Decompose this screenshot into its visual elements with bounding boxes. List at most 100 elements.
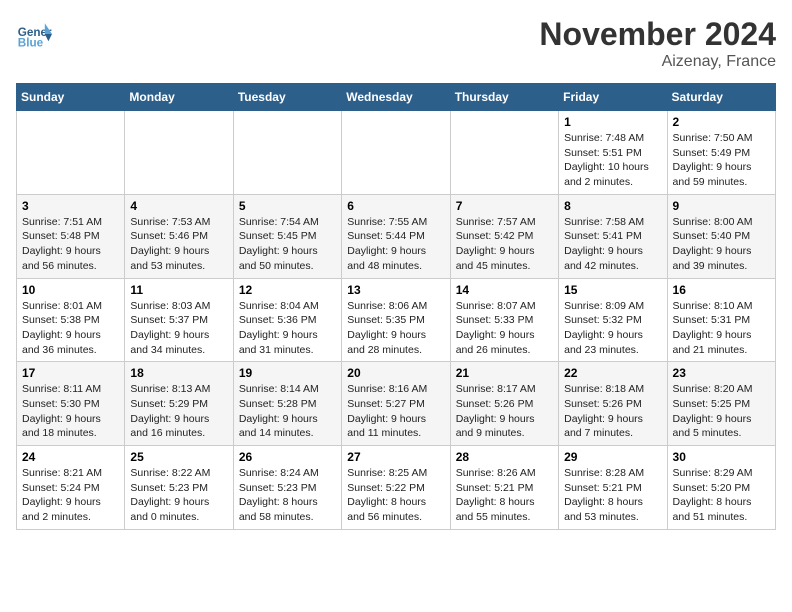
calendar-cell: 24 Sunrise: 8:21 AM Sunset: 5:24 PM Dayli…	[17, 446, 125, 530]
day-number: 14	[456, 283, 553, 297]
calendar-header-row: SundayMondayTuesdayWednesdayThursdayFrid…	[17, 84, 776, 111]
day-number: 23	[673, 366, 770, 380]
calendar-cell	[450, 111, 558, 195]
calendar-cell: 11 Sunrise: 8:03 AM Sunset: 5:37 PM Dayli…	[125, 278, 233, 362]
day-number: 2	[673, 115, 770, 129]
day-number: 19	[239, 366, 336, 380]
day-info: Sunrise: 7:53 AM Sunset: 5:46 PM Dayligh…	[130, 215, 227, 274]
day-number: 12	[239, 283, 336, 297]
day-number: 11	[130, 283, 227, 297]
calendar-cell: 22 Sunrise: 8:18 AM Sunset: 5:26 PM Dayli…	[559, 362, 667, 446]
column-header-monday: Monday	[125, 84, 233, 111]
calendar-cell: 18 Sunrise: 8:13 AM Sunset: 5:29 PM Dayli…	[125, 362, 233, 446]
calendar-cell: 27 Sunrise: 8:25 AM Sunset: 5:22 PM Dayli…	[342, 446, 450, 530]
calendar-cell: 1 Sunrise: 7:48 AM Sunset: 5:51 PM Daylig…	[559, 111, 667, 195]
day-info: Sunrise: 8:24 AM Sunset: 5:23 PM Dayligh…	[239, 466, 336, 525]
day-number: 26	[239, 450, 336, 464]
day-number: 22	[564, 366, 661, 380]
day-info: Sunrise: 7:55 AM Sunset: 5:44 PM Dayligh…	[347, 215, 444, 274]
column-header-sunday: Sunday	[17, 84, 125, 111]
day-info: Sunrise: 8:25 AM Sunset: 5:22 PM Dayligh…	[347, 466, 444, 525]
day-info: Sunrise: 7:51 AM Sunset: 5:48 PM Dayligh…	[22, 215, 119, 274]
day-number: 27	[347, 450, 444, 464]
calendar-cell: 16 Sunrise: 8:10 AM Sunset: 5:31 PM Dayli…	[667, 278, 775, 362]
day-number: 15	[564, 283, 661, 297]
day-info: Sunrise: 8:17 AM Sunset: 5:26 PM Dayligh…	[456, 382, 553, 441]
calendar-cell: 3 Sunrise: 7:51 AM Sunset: 5:48 PM Daylig…	[17, 194, 125, 278]
calendar-cell: 13 Sunrise: 8:06 AM Sunset: 5:35 PM Dayli…	[342, 278, 450, 362]
day-info: Sunrise: 7:57 AM Sunset: 5:42 PM Dayligh…	[456, 215, 553, 274]
column-header-wednesday: Wednesday	[342, 84, 450, 111]
calendar-cell: 19 Sunrise: 8:14 AM Sunset: 5:28 PM Dayli…	[233, 362, 341, 446]
day-number: 9	[673, 199, 770, 213]
calendar-cell: 21Sunrise: 8:17 AM Sunset: 5:26 PM Dayli…	[450, 362, 558, 446]
calendar-cell: 8Sunrise: 7:58 AM Sunset: 5:41 PM Daylig…	[559, 194, 667, 278]
day-info: Sunrise: 8:11 AM Sunset: 5:30 PM Dayligh…	[22, 382, 119, 441]
calendar-cell: 28 Sunrise: 8:26 AM Sunset: 5:21 PM Dayli…	[450, 446, 558, 530]
calendar-week-2: 3 Sunrise: 7:51 AM Sunset: 5:48 PM Daylig…	[17, 194, 776, 278]
calendar-cell: 7 Sunrise: 7:57 AM Sunset: 5:42 PM Daylig…	[450, 194, 558, 278]
calendar-week-4: 17Sunrise: 8:11 AM Sunset: 5:30 PM Dayli…	[17, 362, 776, 446]
day-number: 10	[22, 283, 119, 297]
day-number: 25	[130, 450, 227, 464]
day-info: Sunrise: 7:48 AM Sunset: 5:51 PM Dayligh…	[564, 131, 661, 190]
calendar-week-1: 1 Sunrise: 7:48 AM Sunset: 5:51 PM Daylig…	[17, 111, 776, 195]
logo-icon: General Blue	[16, 16, 52, 52]
calendar-cell: 5Sunrise: 7:54 AM Sunset: 5:45 PM Daylig…	[233, 194, 341, 278]
calendar-cell: 14 Sunrise: 8:07 AM Sunset: 5:33 PM Dayli…	[450, 278, 558, 362]
calendar-table: SundayMondayTuesdayWednesdayThursdayFrid…	[16, 83, 776, 530]
day-info: Sunrise: 8:22 AM Sunset: 5:23 PM Dayligh…	[130, 466, 227, 525]
calendar-cell: 15 Sunrise: 8:09 AM Sunset: 5:32 PM Dayli…	[559, 278, 667, 362]
day-info: Sunrise: 7:50 AM Sunset: 5:49 PM Dayligh…	[673, 131, 770, 190]
day-number: 20	[347, 366, 444, 380]
title-block: November 2024 Aizenay, France	[539, 16, 776, 71]
calendar-cell: 17Sunrise: 8:11 AM Sunset: 5:30 PM Dayli…	[17, 362, 125, 446]
calendar-cell: 30Sunrise: 8:29 AM Sunset: 5:20 PM Dayli…	[667, 446, 775, 530]
calendar-cell: 26 Sunrise: 8:24 AM Sunset: 5:23 PM Dayli…	[233, 446, 341, 530]
calendar-cell	[17, 111, 125, 195]
calendar-cell: 20Sunrise: 8:16 AM Sunset: 5:27 PM Dayli…	[342, 362, 450, 446]
calendar-cell: 9 Sunrise: 8:00 AM Sunset: 5:40 PM Daylig…	[667, 194, 775, 278]
calendar-week-3: 10Sunrise: 8:01 AM Sunset: 5:38 PM Dayli…	[17, 278, 776, 362]
calendar-week-5: 24 Sunrise: 8:21 AM Sunset: 5:24 PM Dayli…	[17, 446, 776, 530]
calendar-cell	[233, 111, 341, 195]
day-number: 28	[456, 450, 553, 464]
day-number: 4	[130, 199, 227, 213]
day-info: Sunrise: 8:06 AM Sunset: 5:35 PM Dayligh…	[347, 299, 444, 358]
day-number: 18	[130, 366, 227, 380]
calendar-cell: 4 Sunrise: 7:53 AM Sunset: 5:46 PM Daylig…	[125, 194, 233, 278]
day-info: Sunrise: 8:29 AM Sunset: 5:20 PM Dayligh…	[673, 466, 770, 525]
day-info: Sunrise: 7:54 AM Sunset: 5:45 PM Dayligh…	[239, 215, 336, 274]
month-title: November 2024	[539, 16, 776, 53]
day-info: Sunrise: 8:00 AM Sunset: 5:40 PM Dayligh…	[673, 215, 770, 274]
calendar-cell: 2 Sunrise: 7:50 AM Sunset: 5:49 PM Daylig…	[667, 111, 775, 195]
day-number: 29	[564, 450, 661, 464]
day-number: 13	[347, 283, 444, 297]
day-info: Sunrise: 8:28 AM Sunset: 5:21 PM Dayligh…	[564, 466, 661, 525]
day-info: Sunrise: 8:20 AM Sunset: 5:25 PM Dayligh…	[673, 382, 770, 441]
day-info: Sunrise: 8:13 AM Sunset: 5:29 PM Dayligh…	[130, 382, 227, 441]
day-number: 7	[456, 199, 553, 213]
day-info: Sunrise: 8:14 AM Sunset: 5:28 PM Dayligh…	[239, 382, 336, 441]
day-number: 1	[564, 115, 661, 129]
day-info: Sunrise: 8:21 AM Sunset: 5:24 PM Dayligh…	[22, 466, 119, 525]
day-info: Sunrise: 8:07 AM Sunset: 5:33 PM Dayligh…	[456, 299, 553, 358]
calendar-cell: 23 Sunrise: 8:20 AM Sunset: 5:25 PM Dayli…	[667, 362, 775, 446]
day-number: 24	[22, 450, 119, 464]
day-info: Sunrise: 8:04 AM Sunset: 5:36 PM Dayligh…	[239, 299, 336, 358]
day-number: 16	[673, 283, 770, 297]
column-header-tuesday: Tuesday	[233, 84, 341, 111]
column-header-friday: Friday	[559, 84, 667, 111]
day-info: Sunrise: 8:10 AM Sunset: 5:31 PM Dayligh…	[673, 299, 770, 358]
calendar-cell: 6Sunrise: 7:55 AM Sunset: 5:44 PM Daylig…	[342, 194, 450, 278]
day-info: Sunrise: 8:03 AM Sunset: 5:37 PM Dayligh…	[130, 299, 227, 358]
column-header-saturday: Saturday	[667, 84, 775, 111]
calendar-cell: 12 Sunrise: 8:04 AM Sunset: 5:36 PM Dayli…	[233, 278, 341, 362]
svg-text:Blue: Blue	[18, 37, 44, 50]
day-number: 3	[22, 199, 119, 213]
day-info: Sunrise: 8:18 AM Sunset: 5:26 PM Dayligh…	[564, 382, 661, 441]
day-number: 8	[564, 199, 661, 213]
calendar-cell	[125, 111, 233, 195]
day-info: Sunrise: 8:09 AM Sunset: 5:32 PM Dayligh…	[564, 299, 661, 358]
day-info: Sunrise: 8:26 AM Sunset: 5:21 PM Dayligh…	[456, 466, 553, 525]
